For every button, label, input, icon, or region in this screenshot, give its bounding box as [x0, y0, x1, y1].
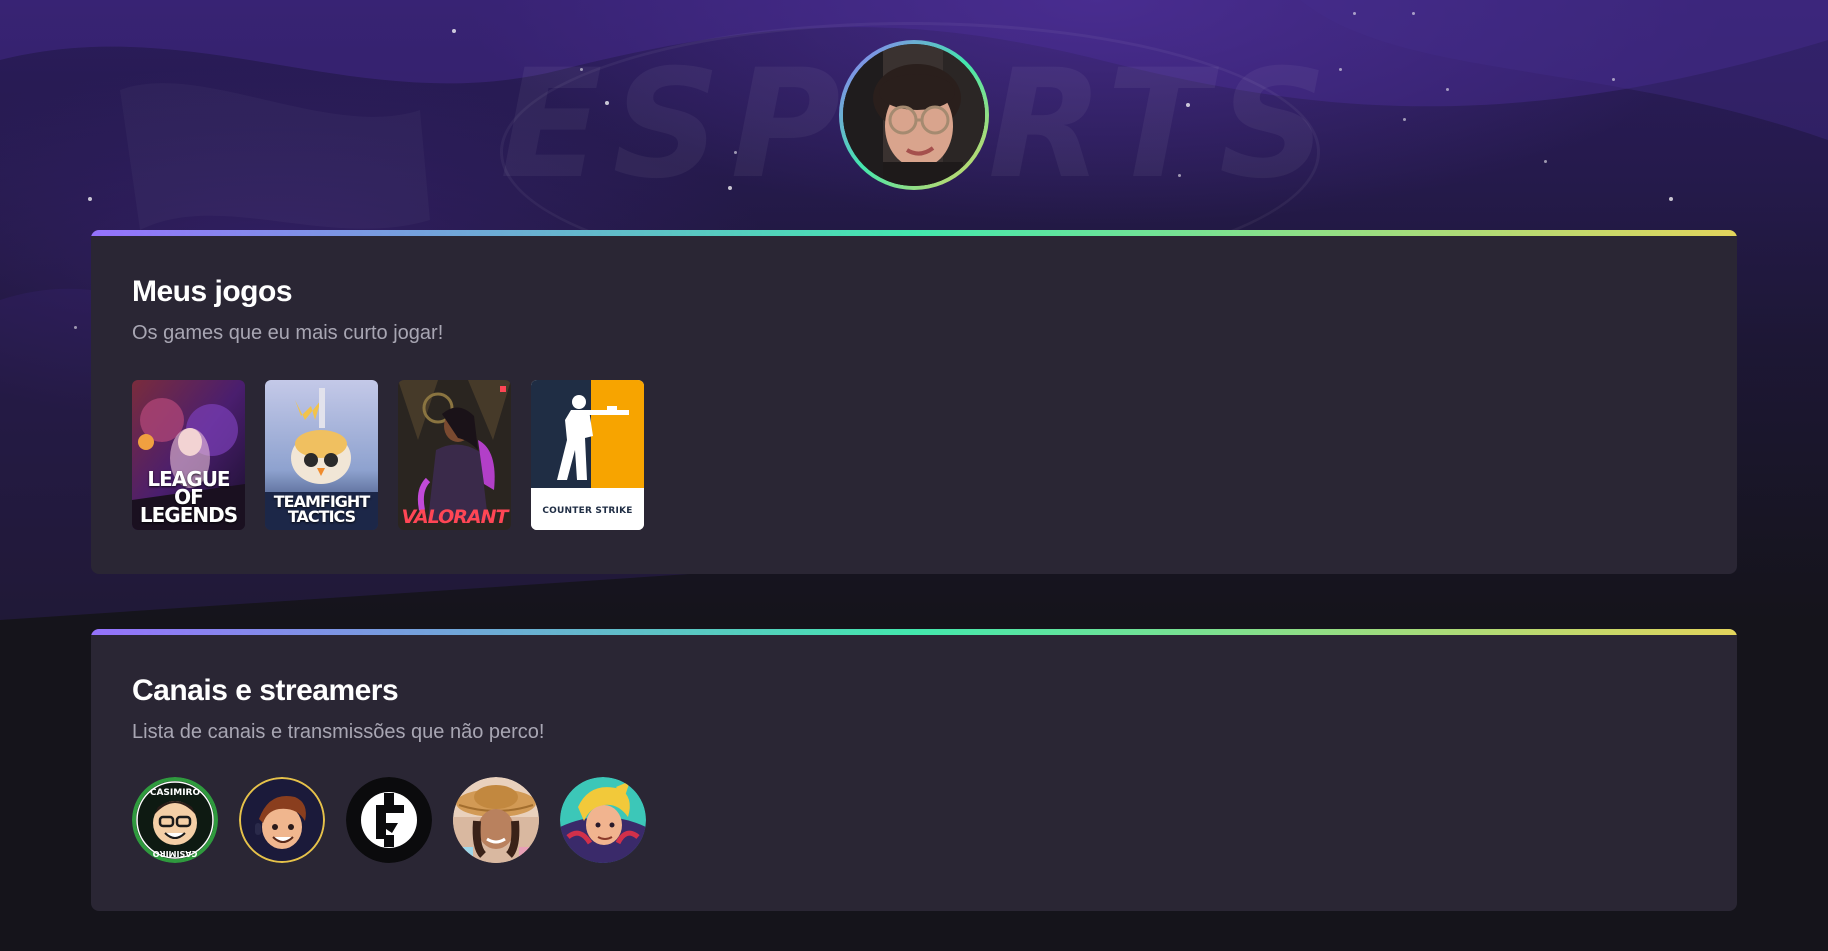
- casimiro-badge-text: CASIMIRO: [150, 788, 201, 798]
- game-valorant[interactable]: VALORANT: [398, 380, 511, 530]
- star: [1412, 12, 1415, 15]
- casimiro-badge-text-bottom: CASIMIRO: [152, 849, 197, 858]
- star: [1339, 68, 1342, 71]
- star: [1403, 118, 1406, 121]
- casimiro-avatar-icon: CASIMIRO CASIMIRO: [132, 777, 218, 863]
- star: [1544, 160, 1547, 163]
- streamer-channel-logo[interactable]: [346, 777, 432, 863]
- page: ESPORTS: [0, 0, 1828, 951]
- streamer-cartoon-avatar-icon: [239, 777, 325, 863]
- star: [74, 326, 77, 329]
- streamer-cartoon[interactable]: [239, 777, 325, 863]
- game-title-tft: TEAMFIGHT TACTICS: [273, 492, 370, 526]
- streamers-section-subtitle: Lista de canais e transmissões que não p…: [132, 721, 545, 743]
- profile-avatar-ring: [839, 40, 989, 190]
- streamers-list: CASIMIRO CASIMIRO: [132, 777, 1696, 863]
- game-teamfight-tactics[interactable]: TEAMFIGHT TACTICS: [265, 380, 378, 530]
- star: [88, 197, 92, 201]
- star: [605, 101, 609, 105]
- star: [580, 68, 583, 71]
- star: [1612, 78, 1615, 81]
- streamer-photo[interactable]: [453, 777, 539, 863]
- games-section-title: Meus jogos: [132, 275, 293, 308]
- game-title-lol: LEAGUE OF LEGENDS: [139, 467, 238, 527]
- star: [452, 29, 456, 33]
- profile-avatar: [843, 44, 985, 186]
- star: [1353, 12, 1356, 15]
- star: [734, 151, 737, 154]
- game-counter-strike[interactable]: COUNTER STRIKE: [531, 380, 644, 530]
- streamer-anime-avatar-icon: [560, 777, 646, 863]
- star: [1669, 197, 1673, 201]
- streamers-section-title: Canais e streamers: [132, 674, 399, 707]
- game-title-counter-strike: COUNTER STRIKE: [542, 506, 633, 516]
- channel-logo-avatar-icon: [346, 777, 432, 863]
- streamer-photo-avatar-icon: [453, 777, 539, 863]
- games-card: Meus jogos Os games que eu mais curto jo…: [91, 230, 1737, 574]
- games-list: LEAGUE OF LEGENDS TEAMFIGHT TACTICS VALO…: [132, 380, 1696, 530]
- game-title-valorant: VALORANT: [401, 506, 509, 528]
- star: [1178, 174, 1181, 177]
- profile-photo-icon: [843, 44, 985, 186]
- streamer-anime[interactable]: [560, 777, 646, 863]
- star: [728, 186, 732, 190]
- games-section-subtitle: Os games que eu mais curto jogar!: [132, 322, 444, 344]
- star: [1446, 88, 1449, 91]
- streamer-casimiro[interactable]: CASIMIRO CASIMIRO: [132, 777, 218, 863]
- star: [1186, 103, 1190, 107]
- streamers-card: Canais e streamers Lista de canais e tra…: [91, 629, 1737, 911]
- game-league-of-legends[interactable]: LEAGUE OF LEGENDS: [132, 380, 245, 530]
